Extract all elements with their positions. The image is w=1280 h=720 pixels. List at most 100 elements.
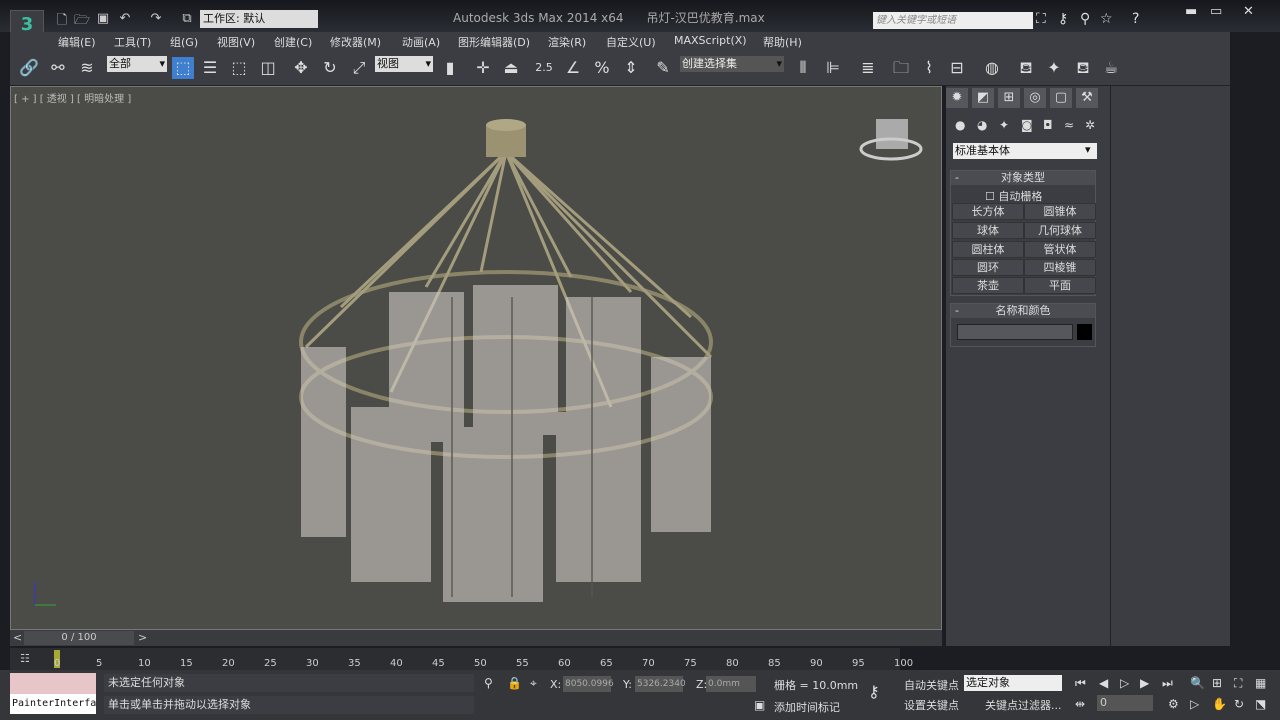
redo-icon[interactable]: ↷	[148, 11, 164, 27]
close-button[interactable]: ✕	[1243, 4, 1254, 19]
hierarchy-tab-icon[interactable]: ⊞	[998, 88, 1020, 108]
play-icon[interactable]: ▷	[1120, 676, 1129, 690]
binoculars-icon[interactable]: ⛶	[1036, 11, 1046, 27]
auto-key-button[interactable]: 自动关键点	[904, 677, 959, 693]
help-icon[interactable]: ?	[1132, 11, 1139, 27]
viewport-label[interactable]: [ + ] [ 透视 ] [ 明暗处理 ]	[14, 90, 131, 105]
maxscript-listener-color[interactable]	[10, 673, 96, 694]
mirror-icon[interactable]: ⫴	[792, 57, 814, 79]
unlink-icon[interactable]: ⚯	[47, 57, 69, 79]
spinner-snap-icon[interactable]: ⇕	[620, 57, 642, 79]
rendered-frame-icon[interactable]: ✦	[1043, 57, 1065, 79]
project-folder-icon[interactable]: ⧉	[179, 11, 195, 27]
systems-icon[interactable]: ✲	[1085, 118, 1095, 132]
new-file-icon[interactable]: 🗋	[54, 11, 70, 28]
next-frame-button[interactable]: >	[138, 631, 147, 644]
x-coordinate-input[interactable]: 8050.0996	[563, 676, 614, 692]
menu-tools[interactable]: 工具(T)	[114, 34, 151, 50]
named-selection-dropdown[interactable]: 创建选择集	[680, 56, 784, 72]
menu-views[interactable]: 视图(V)	[217, 34, 255, 50]
pyramid-button[interactable]: 四棱锥	[1024, 259, 1096, 276]
key-icon[interactable]: ⚷	[1058, 11, 1068, 27]
menu-customize[interactable]: 自定义(U)	[606, 34, 656, 50]
cone-button[interactable]: 圆锥体	[1024, 203, 1096, 220]
rollout-header[interactable]: - 对象类型	[951, 171, 1095, 185]
key-mode-toggle-icon[interactable]: ⇹	[1075, 697, 1085, 711]
zoom-all-icon[interactable]: ⊞	[1212, 676, 1222, 690]
y-coordinate-input[interactable]: 5326.2340	[635, 676, 686, 692]
rollout-header[interactable]: - 名称和颜色	[951, 304, 1095, 318]
select-manipulate-icon[interactable]: ✛	[472, 57, 494, 79]
menu-group[interactable]: 组(G)	[170, 34, 198, 50]
percent-snap-icon[interactable]: %	[591, 57, 613, 79]
z-coordinate-input[interactable]: 0.0mm	[706, 676, 756, 692]
snaps-toggle-icon[interactable]: 2.5	[533, 57, 555, 79]
select-by-name-icon[interactable]: ☰	[199, 57, 221, 79]
menu-maxscript[interactable]: MAXScript(X)	[674, 34, 747, 47]
helpers-icon[interactable]: ◘	[1043, 118, 1053, 132]
go-to-start-icon[interactable]: ⏮	[1075, 676, 1086, 691]
keyboard-shortcut-icon[interactable]: ⏏	[500, 57, 522, 79]
create-tab-icon[interactable]: ✹	[946, 88, 968, 108]
bind-spacewarp-icon[interactable]: ≋	[76, 57, 98, 79]
layer-manager-icon[interactable]: ≣	[857, 57, 879, 79]
autogrid-checkbox[interactable]: ☐ 自动栅格	[985, 188, 1042, 204]
cameras-icon[interactable]: ◙	[1021, 118, 1033, 132]
align-icon[interactable]: ⊫	[822, 57, 844, 79]
sphere-button[interactable]: 球体	[952, 222, 1024, 239]
selection-filter-dropdown[interactable]: 全部	[107, 56, 167, 72]
tube-button[interactable]: 管状体	[1024, 241, 1096, 258]
utilities-tab-icon[interactable]: ⚒	[1076, 88, 1098, 108]
menu-edit[interactable]: 编辑(E)	[58, 34, 96, 50]
curve-editor-mini-icon[interactable]: ☷	[20, 652, 30, 665]
angle-snap-icon[interactable]: ∠	[562, 57, 584, 79]
undo-icon[interactable]: ↶	[117, 11, 133, 27]
set-key-button[interactable]: 设置关键点	[904, 697, 959, 713]
pivot-center-icon[interactable]: ▮	[439, 57, 461, 79]
box-button[interactable]: 长方体	[952, 203, 1024, 220]
menu-help[interactable]: 帮助(H)	[763, 34, 802, 50]
motion-tab-icon[interactable]: ◎	[1024, 88, 1046, 108]
menu-animation[interactable]: 动画(A)	[402, 34, 440, 50]
render-iterative-icon[interactable]: ☕	[1100, 57, 1122, 79]
current-frame-input[interactable]: 0	[1097, 695, 1153, 711]
schematic-view-icon[interactable]: ⊟	[946, 57, 968, 79]
curve-editor-icon[interactable]: ⌇	[918, 57, 940, 79]
menu-create[interactable]: 创建(C)	[274, 34, 312, 50]
zoom-extents-icon[interactable]: ⛶	[1234, 676, 1242, 691]
prev-frame-button[interactable]: <	[13, 631, 22, 644]
menu-graph-editors[interactable]: 图形编辑器(D)	[458, 34, 530, 50]
rotate-icon[interactable]: ↻	[319, 57, 341, 79]
link-icon[interactable]: 🔗	[18, 57, 40, 79]
render-production-icon[interactable]: ⛾	[1072, 57, 1094, 79]
zoom-icon[interactable]: 🔍	[1190, 676, 1205, 690]
scale-icon[interactable]: ⤢	[348, 57, 370, 79]
key-filters-button[interactable]: 关键点过滤器...	[985, 697, 1062, 713]
spacewarps-icon[interactable]: ≈	[1064, 118, 1074, 132]
menu-modifiers[interactable]: 修改器(M)	[330, 34, 381, 50]
absolute-mode-icon[interactable]: ⌖	[530, 676, 537, 691]
save-icon[interactable]: ▣	[95, 11, 111, 27]
scene-explorer-icon[interactable]: 🗀	[890, 57, 912, 79]
time-slider[interactable]: 0 / 100	[24, 631, 134, 645]
cylinder-button[interactable]: 圆柱体	[952, 241, 1024, 258]
category-dropdown[interactable]: 标准基本体	[953, 143, 1097, 159]
satellite-icon[interactable]: ⚲	[1080, 11, 1090, 27]
edit-named-selection-icon[interactable]: ✎	[652, 57, 674, 79]
maximize-viewport-icon[interactable]: ⬔	[1255, 697, 1266, 711]
display-tab-icon[interactable]: ▢	[1050, 88, 1072, 108]
reference-coordinate-dropdown[interactable]: 视图	[375, 56, 433, 72]
object-color-swatch[interactable]	[1077, 324, 1092, 340]
render-setup-icon[interactable]: ⛾	[1015, 57, 1037, 79]
modify-tab-icon[interactable]: ◩	[972, 88, 994, 108]
workspace-dropdown[interactable]: 工作区: 默认	[200, 10, 318, 28]
field-of-view-icon[interactable]: ▷	[1190, 697, 1199, 711]
pan-icon[interactable]: ✋	[1212, 697, 1227, 711]
lights-icon[interactable]: ✦	[999, 118, 1009, 132]
key-mode-dropdown[interactable]: 选定对象	[964, 675, 1062, 691]
geosphere-button[interactable]: 几何球体	[1024, 222, 1096, 239]
lock-selection-icon[interactable]: 🔒	[507, 676, 522, 690]
menu-rendering[interactable]: 渲染(R)	[548, 34, 586, 50]
geometry-icon[interactable]: ●	[955, 118, 965, 132]
select-object-icon[interactable]: ⬚	[172, 57, 194, 79]
